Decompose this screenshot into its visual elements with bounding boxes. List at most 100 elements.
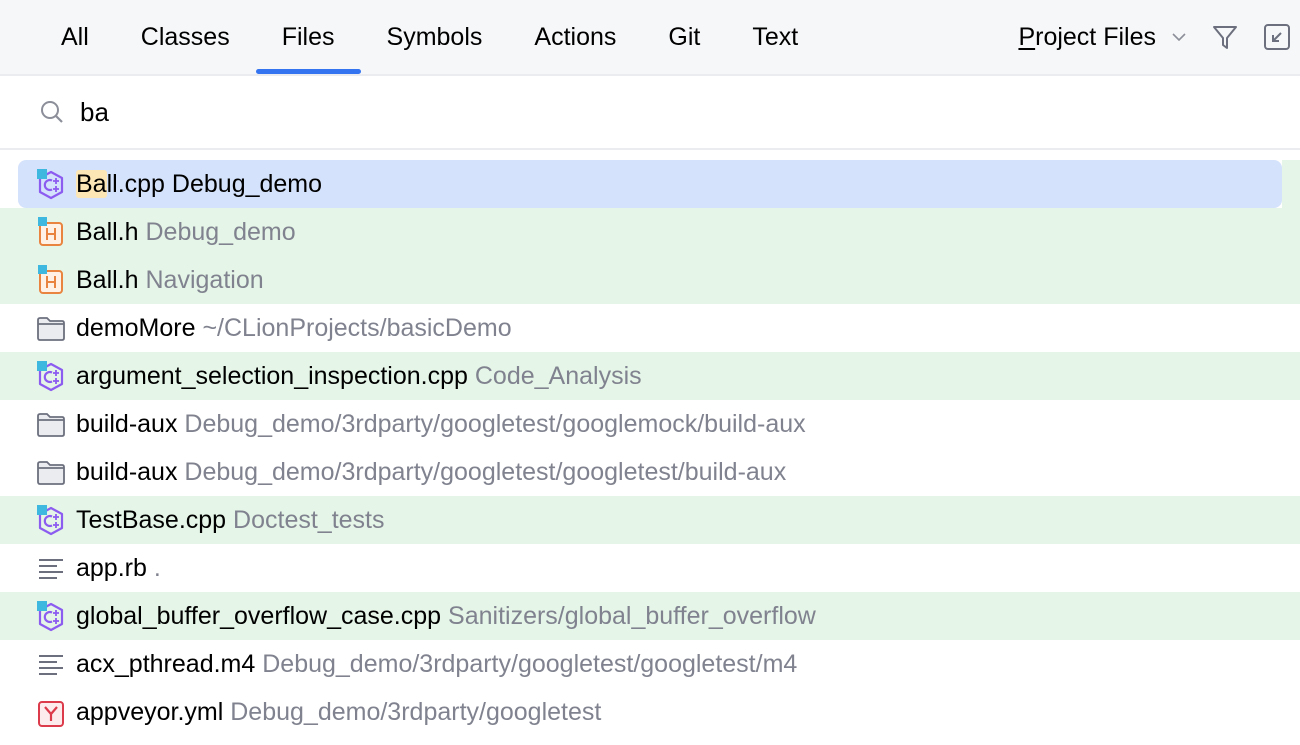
tab-label: Files: [281, 23, 335, 51]
result-text: Ball.cpp Debug_demo: [76, 160, 322, 208]
tab-bar: All Classes Files Symbols Actions Git Te…: [0, 0, 824, 76]
cpp-file-icon: [35, 505, 67, 537]
file-name-text: TestBase.cpp: [76, 506, 227, 534]
file-name: Ball.h: [76, 266, 139, 294]
folder-icon: [35, 313, 67, 345]
file-name: build-aux: [76, 410, 177, 438]
result-row[interactable]: build-aux Debug_demo/3rdparty/googletest…: [0, 400, 1300, 448]
result-row[interactable]: app.rb .: [0, 544, 1300, 592]
result-text: app.rb .: [76, 544, 161, 592]
tab-label: Classes: [140, 23, 230, 51]
file-name: demoMore: [76, 314, 196, 342]
scope-mnemonic: P: [1018, 22, 1036, 51]
file-location: .: [153, 554, 161, 582]
tab-all[interactable]: All: [0, 0, 115, 74]
file-location: Code_Analysis: [474, 362, 642, 390]
result-text: TestBase.cpp Doctest_tests: [76, 496, 385, 544]
file-name-text: argument_selection_inspection.cpp: [76, 362, 468, 390]
file-location: Debug_demo/3rdparty/googletest/googletes…: [262, 650, 798, 678]
file-location: Doctest_tests: [233, 506, 385, 534]
tab-label: Git: [668, 23, 701, 51]
file-name-text: appveyor.yml: [76, 698, 224, 726]
tab-files[interactable]: Files: [255, 0, 361, 74]
file-name-text: Ball.h: [76, 266, 139, 294]
result-row[interactable]: Ball.h Debug_demo: [0, 208, 1300, 256]
file-name: TestBase.cpp: [76, 506, 226, 534]
file-location: Debug_demo/3rdparty/googletest: [230, 698, 602, 726]
result-text: argument_selection_inspection.cpp Code_A…: [76, 352, 642, 400]
file-name: appveyor.yml: [76, 698, 223, 726]
result-row[interactable]: demoMore ~/CLionProjects/basicDemo: [0, 304, 1300, 352]
search-input[interactable]: [80, 90, 1260, 134]
chevron-down-icon: [1172, 33, 1186, 42]
file-name: build-aux: [76, 458, 177, 486]
file-location: Debug_demo: [145, 218, 296, 246]
file-name: acx_pthread.m4: [76, 650, 255, 678]
file-name-text: global_buffer_overflow_case.cpp: [76, 602, 442, 630]
match-highlight: Ba: [76, 170, 107, 198]
header-file-icon: [35, 217, 67, 249]
file-name-text: demoMore: [76, 314, 196, 342]
tab-git[interactable]: Git: [642, 0, 726, 74]
file-name: app.rb: [76, 554, 147, 582]
file-name-text: acx_pthread.m4: [76, 650, 256, 678]
file-location: Debug_demo/3rdparty/googletest/googletes…: [184, 458, 787, 486]
file-name: argument_selection_inspection.cpp: [76, 362, 468, 390]
file-location: Sanitizers/global_buffer_overflow: [448, 602, 816, 630]
tab-symbols[interactable]: Symbols: [361, 0, 509, 74]
folder-icon: [35, 409, 67, 441]
result-text: Ball.h Navigation: [76, 256, 264, 304]
cpp-file-icon: [35, 601, 67, 633]
result-row[interactable]: build-aux Debug_demo/3rdparty/googletest…: [0, 448, 1300, 496]
file-location: ~/CLionProjects/basicDemo: [202, 314, 512, 342]
result-text: Ball.h Debug_demo: [76, 208, 296, 256]
file-name-text: build-aux: [76, 410, 178, 438]
file-location: Debug_demo: [171, 170, 323, 198]
file-name: Ball.h: [76, 218, 139, 246]
tab-actions[interactable]: Actions: [508, 0, 642, 74]
result-row[interactable]: acx_pthread.m4 Debug_demo/3rdparty/googl…: [0, 640, 1300, 688]
tab-label: Actions: [534, 23, 617, 51]
file-name: Ball.cpp: [76, 170, 165, 198]
file-name-text: ll.cpp: [106, 170, 165, 198]
active-tab-indicator: [255, 69, 361, 74]
folder-icon: [35, 457, 67, 489]
file-name: global_buffer_overflow_case.cpp: [76, 602, 441, 630]
filter-icon[interactable]: [1210, 22, 1240, 52]
header-file-icon: [35, 265, 67, 297]
result-row[interactable]: appveyor.yml Debug_demo/3rdparty/googlet…: [0, 688, 1300, 736]
search-icon: [41, 101, 63, 123]
result-text: global_buffer_overflow_case.cpp Sanitize…: [76, 592, 816, 640]
tab-label: All: [61, 23, 89, 51]
yaml-file-icon: [35, 697, 67, 729]
result-text: demoMore ~/CLionProjects/basicDemo: [76, 304, 512, 352]
search-everywhere-header: All Classes Files Symbols Actions Git Te…: [0, 0, 1300, 76]
text-file-icon: [35, 649, 67, 681]
text-file-icon: [35, 553, 67, 585]
result-row[interactable]: TestBase.cpp Doctest_tests: [0, 496, 1300, 544]
file-location: Navigation: [145, 266, 264, 294]
results-list: Ball.cpp Debug_demo Ball.h Debug_demo Ba…: [0, 160, 1300, 736]
file-name-text: app.rb: [76, 554, 147, 582]
cpp-file-icon: [35, 169, 67, 201]
tab-label: Symbols: [386, 23, 483, 51]
result-row-selected[interactable]: Ball.cpp Debug_demo: [0, 160, 1300, 208]
cpp-file-icon: [35, 361, 67, 393]
result-row[interactable]: global_buffer_overflow_case.cpp Sanitize…: [0, 592, 1300, 640]
scope-label: roject Files: [1035, 22, 1156, 51]
file-name-text: Ball.h: [76, 218, 139, 246]
search-bar: [0, 76, 1300, 150]
file-location: Debug_demo/3rdparty/googletest/googlemoc…: [184, 410, 806, 438]
result-text: acx_pthread.m4 Debug_demo/3rdparty/googl…: [76, 640, 797, 688]
scope-dropdown[interactable]: Project Files: [1018, 23, 1188, 52]
result-text: appveyor.yml Debug_demo/3rdparty/googlet…: [76, 688, 601, 736]
open-in-tool-window-icon[interactable]: [1262, 22, 1292, 52]
file-name-text: build-aux: [76, 458, 178, 486]
result-text: build-aux Debug_demo/3rdparty/googletest…: [76, 448, 786, 496]
tab-label: Text: [752, 23, 799, 51]
result-row[interactable]: Ball.h Navigation: [0, 256, 1300, 304]
tab-text[interactable]: Text: [726, 0, 824, 74]
tab-classes[interactable]: Classes: [115, 0, 256, 74]
result-row[interactable]: argument_selection_inspection.cpp Code_A…: [0, 352, 1300, 400]
result-text: build-aux Debug_demo/3rdparty/googletest…: [76, 400, 806, 448]
